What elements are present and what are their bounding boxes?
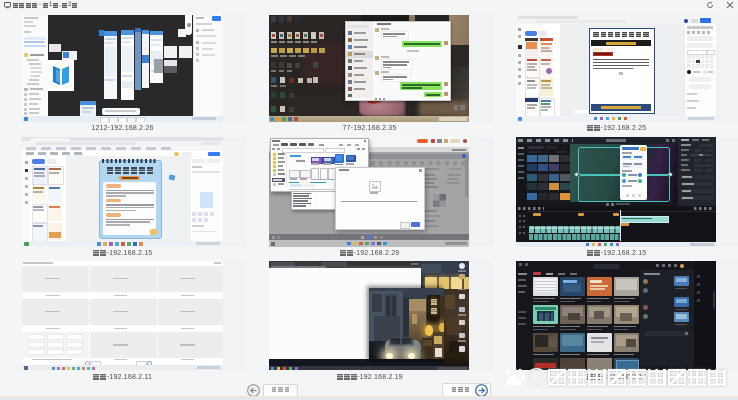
svg-text:du: du [504, 383, 513, 391]
